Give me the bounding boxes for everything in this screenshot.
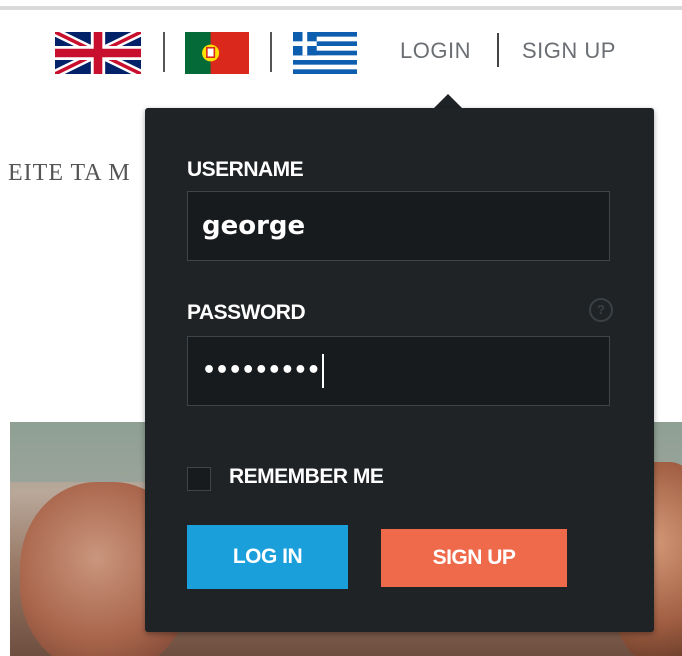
username-input[interactable]: george	[187, 191, 610, 261]
text-cursor	[321, 354, 324, 388]
uk-flag-icon[interactable]	[55, 32, 141, 74]
remember-me-checkbox[interactable]	[187, 467, 211, 491]
flag-separator	[270, 32, 272, 72]
remember-me-label[interactable]: REMEMBER ME	[229, 465, 384, 489]
login-button[interactable]: LOG IN	[187, 525, 348, 589]
nav-separator	[497, 33, 499, 67]
help-icon[interactable]: ?	[589, 298, 613, 322]
signup-button[interactable]: SIGN UP	[381, 529, 567, 587]
top-divider	[0, 6, 682, 10]
greece-flag-icon[interactable]	[293, 32, 357, 74]
login-dropdown: USERNAME george PASSWORD ? ••••••••• REM…	[145, 108, 654, 632]
username-label: USERNAME	[187, 158, 304, 181]
login-link[interactable]: LOGIN	[400, 38, 471, 64]
flag-separator	[163, 32, 165, 72]
signup-link[interactable]: SIGN UP	[522, 38, 616, 64]
background-heading: EITE TA M	[8, 160, 131, 186]
portugal-flag-icon[interactable]	[185, 32, 249, 74]
password-input[interactable]: •••••••••	[187, 336, 610, 406]
password-mask: •••••••••	[202, 358, 321, 383]
dropdown-caret	[433, 94, 463, 109]
password-label: PASSWORD	[187, 301, 306, 324]
